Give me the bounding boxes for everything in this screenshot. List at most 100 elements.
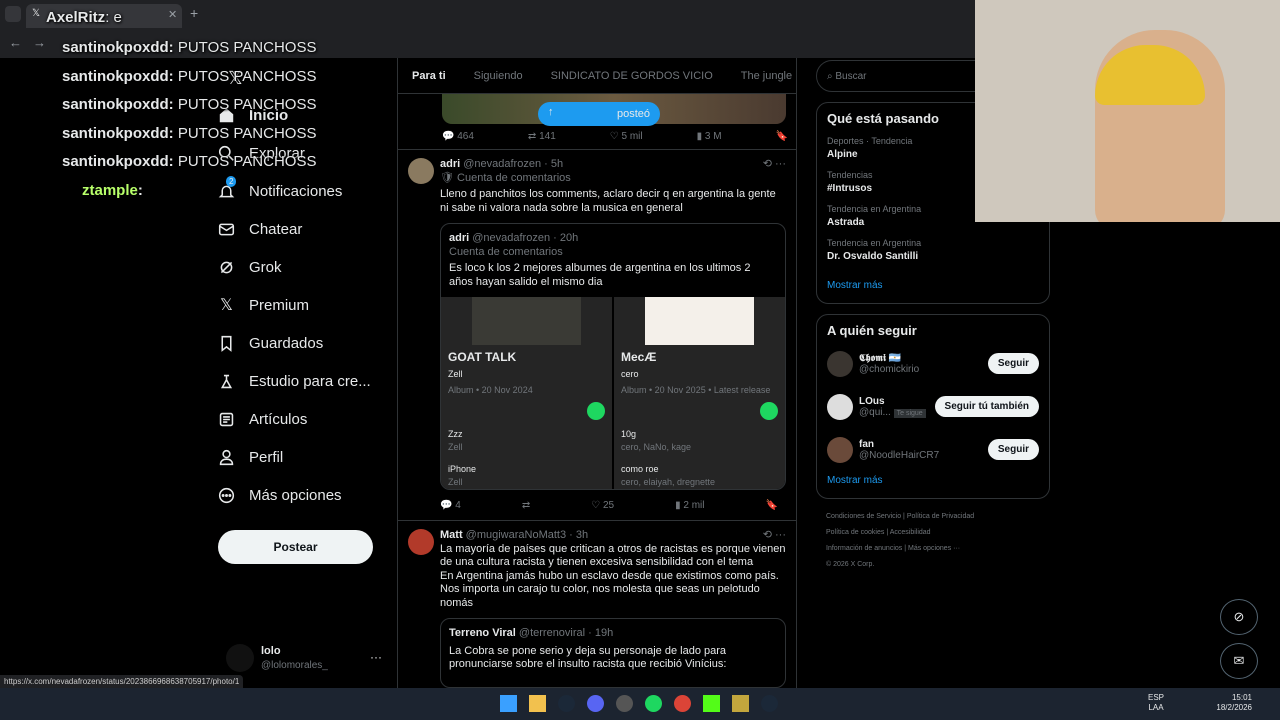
follow-suggestion[interactable]: LOus @qui... Te sigue Seguir tú también	[827, 385, 1039, 428]
back-icon[interactable]: ←	[9, 35, 22, 50]
track-name[interactable]: Zzz	[448, 428, 605, 442]
footer-link[interactable]: Información de anuncios	[826, 545, 902, 552]
bookmark-icon[interactable]: 🔖	[766, 500, 778, 511]
footer-link[interactable]: Más opciones ···	[908, 545, 960, 552]
follow-button[interactable]: Seguir	[987, 353, 1039, 374]
nav-label: Chatear	[249, 220, 303, 238]
track-name[interactable]: 10g	[621, 428, 778, 442]
follow-handle: @NoodleHairCR7	[859, 449, 940, 461]
community-label[interactable]: 🛡 Cuenta de comentarios	[440, 172, 786, 186]
album-meta: Album • 20 Nov 2025 • Latest release	[621, 385, 771, 395]
repost-button[interactable]: ⇄	[522, 500, 530, 511]
nav-premium[interactable]: 𝕏 Premium	[218, 286, 398, 324]
kick-icon[interactable]	[703, 695, 720, 712]
more-icon[interactable]: ⟲ ···	[763, 529, 786, 543]
nav-profile[interactable]: Perfil	[218, 438, 398, 476]
like-button[interactable]: ♡ 25	[591, 500, 614, 511]
post-button[interactable]: Postear	[218, 530, 373, 564]
language-indicator[interactable]: ESP LAA	[1148, 693, 1164, 713]
nav-chat[interactable]: Chatear	[218, 210, 398, 248]
post-media-image[interactable]: ↑ posteó	[442, 94, 786, 126]
spotify-icon[interactable]	[645, 695, 662, 712]
avatar[interactable]	[226, 644, 254, 672]
trend-name: Dr. Osvaldo Santilli	[827, 251, 919, 262]
account-more-icon[interactable]: ···	[370, 650, 382, 664]
like-button[interactable]: ♡ 5 mil	[610, 131, 643, 142]
new-tab-icon[interactable]: +	[190, 5, 198, 21]
nav-studio[interactable]: Estudio para cre...	[218, 362, 398, 400]
messages-float-button[interactable]: ✉	[1220, 643, 1258, 679]
nav-bookmarks[interactable]: Guardados	[218, 324, 398, 362]
chat-text: PUTOS PANCHOSS	[177, 153, 317, 170]
reply-button[interactable]: 💬 464	[442, 131, 474, 142]
steam-icon[interactable]	[558, 695, 575, 712]
steam-icon[interactable]	[761, 695, 778, 712]
chat-user: santinokpoxdd	[62, 96, 169, 113]
reply-button[interactable]: 💬 4	[440, 500, 461, 511]
follow-suggestion[interactable]: 𝕮𝖍𝖔𝖒𝖎 🇦🇷 @chomickirio Seguir	[827, 342, 1039, 385]
folder-icon[interactable]	[529, 695, 546, 712]
album-title: MecÆ	[621, 350, 657, 364]
community-name: Cuenta de comentarios	[457, 171, 571, 184]
bookmark-icon[interactable]: 🔖	[776, 131, 788, 142]
follow-button[interactable]: Seguir	[987, 439, 1039, 460]
repost-button[interactable]: ⇄ 141	[528, 131, 556, 142]
show-more-link[interactable]: Mostrar más	[827, 280, 1039, 291]
nav-articles[interactable]: Artículos	[218, 400, 398, 438]
post-card[interactable]: adri @nevadafrozen · 5h ⟲ ··· 🛡 Cuenta de…	[398, 150, 796, 521]
track-name[interactable]: iPhone	[448, 463, 605, 477]
show-more-link[interactable]: Mostrar más	[827, 475, 1039, 486]
follow-suggestion[interactable]: fan @NoodleHairCR7 Seguir	[827, 428, 1039, 471]
footer-link[interactable]: Política de Privacidad	[907, 513, 974, 520]
tab-for-you[interactable]: Para ti	[398, 70, 460, 82]
views-button[interactable]: ▮ 2 mil	[675, 500, 704, 511]
trend-item[interactable]: Tendencia en Argentina Dr. Osvaldo Santil…	[827, 238, 1039, 262]
tab-following[interactable]: Siguiendo	[460, 70, 537, 82]
new-posts-pill[interactable]: ↑ posteó	[538, 102, 660, 126]
nav-more[interactable]: Más opciones	[218, 476, 398, 514]
footer-link[interactable]: Condiciones de Servicio	[826, 513, 901, 520]
discord-icon[interactable]	[587, 695, 604, 712]
avatar[interactable]	[408, 158, 434, 184]
spotify-card[interactable]: GOAT TALK Zell Album • 20 Nov 2024 Zzz Z…	[441, 297, 612, 489]
obs-icon[interactable]	[616, 695, 633, 712]
studio-icon	[220, 374, 233, 388]
chat-message: santinokpoxdd: PUTOS PANCHOSS	[62, 96, 317, 113]
tab-list-1[interactable]: SINDICATO DE GORDOS VICIO	[537, 70, 727, 82]
more-icon[interactable]: ⟲ ···	[763, 158, 786, 172]
track-name[interactable]: como roe	[621, 463, 778, 477]
chrome-icon[interactable]	[674, 695, 691, 712]
close-tab-icon[interactable]: ✕	[168, 8, 177, 21]
main-feed: Para ti Siguiendo SINDICATO DE GORDOS VI…	[397, 58, 797, 688]
author-handle[interactable]: @nevadafrozen · 5h	[463, 158, 563, 170]
views-button[interactable]: ▮ 3 M	[697, 131, 722, 142]
tab-search-button[interactable]	[5, 6, 21, 22]
account-handle: @lolomorales_	[261, 660, 328, 671]
chat-user: santinokpoxdd	[62, 39, 169, 56]
follow-button[interactable]: Seguir tú también	[934, 396, 1039, 417]
trend-context: Tendencias	[827, 170, 873, 180]
post-card[interactable]: Matt @mugiwaraNoMatt3 · 3h ⟲ ··· La mayor…	[398, 521, 796, 688]
like-count: 25	[602, 499, 615, 511]
author-handle[interactable]: @mugiwaraNoMatt3 · 3h	[466, 529, 588, 541]
footer-link[interactable]: Política de cookies	[826, 529, 884, 536]
time: 15:01	[1231, 693, 1252, 702]
clock[interactable]: 15:01 18/2/2026	[1212, 693, 1252, 713]
spotify-card[interactable]: MecÆ cero Album • 20 Nov 2025 • Latest r…	[614, 297, 785, 489]
app-icon[interactable]	[732, 695, 749, 712]
forward-icon[interactable]: →	[33, 35, 46, 50]
who-to-follow-panel: A quién seguir 𝕮𝖍𝖔𝖒𝖎 🇦🇷 @chomickirio Segui…	[816, 314, 1050, 499]
nav-grok[interactable]: Grok	[218, 248, 398, 286]
album-title: GOAT TALK	[448, 350, 517, 364]
avatar[interactable]	[408, 529, 434, 555]
quoted-post[interactable]: Terreno Viral @terrenoviral · 19h La Cob…	[440, 618, 786, 688]
author-name[interactable]: adri	[440, 158, 460, 170]
author-name[interactable]: Matt	[440, 529, 463, 541]
quoted-post[interactable]: adri @nevadafrozen · 20h Cuenta de comen…	[440, 223, 786, 490]
footer-link[interactable]: Accesibilidad	[890, 529, 931, 536]
start-icon[interactable]	[500, 695, 517, 712]
grok-float-button[interactable]: ⊘	[1220, 599, 1258, 635]
tab-list-2[interactable]: The jungle	[727, 70, 796, 82]
play-button[interactable]	[760, 401, 778, 420]
play-button[interactable]	[587, 401, 605, 420]
